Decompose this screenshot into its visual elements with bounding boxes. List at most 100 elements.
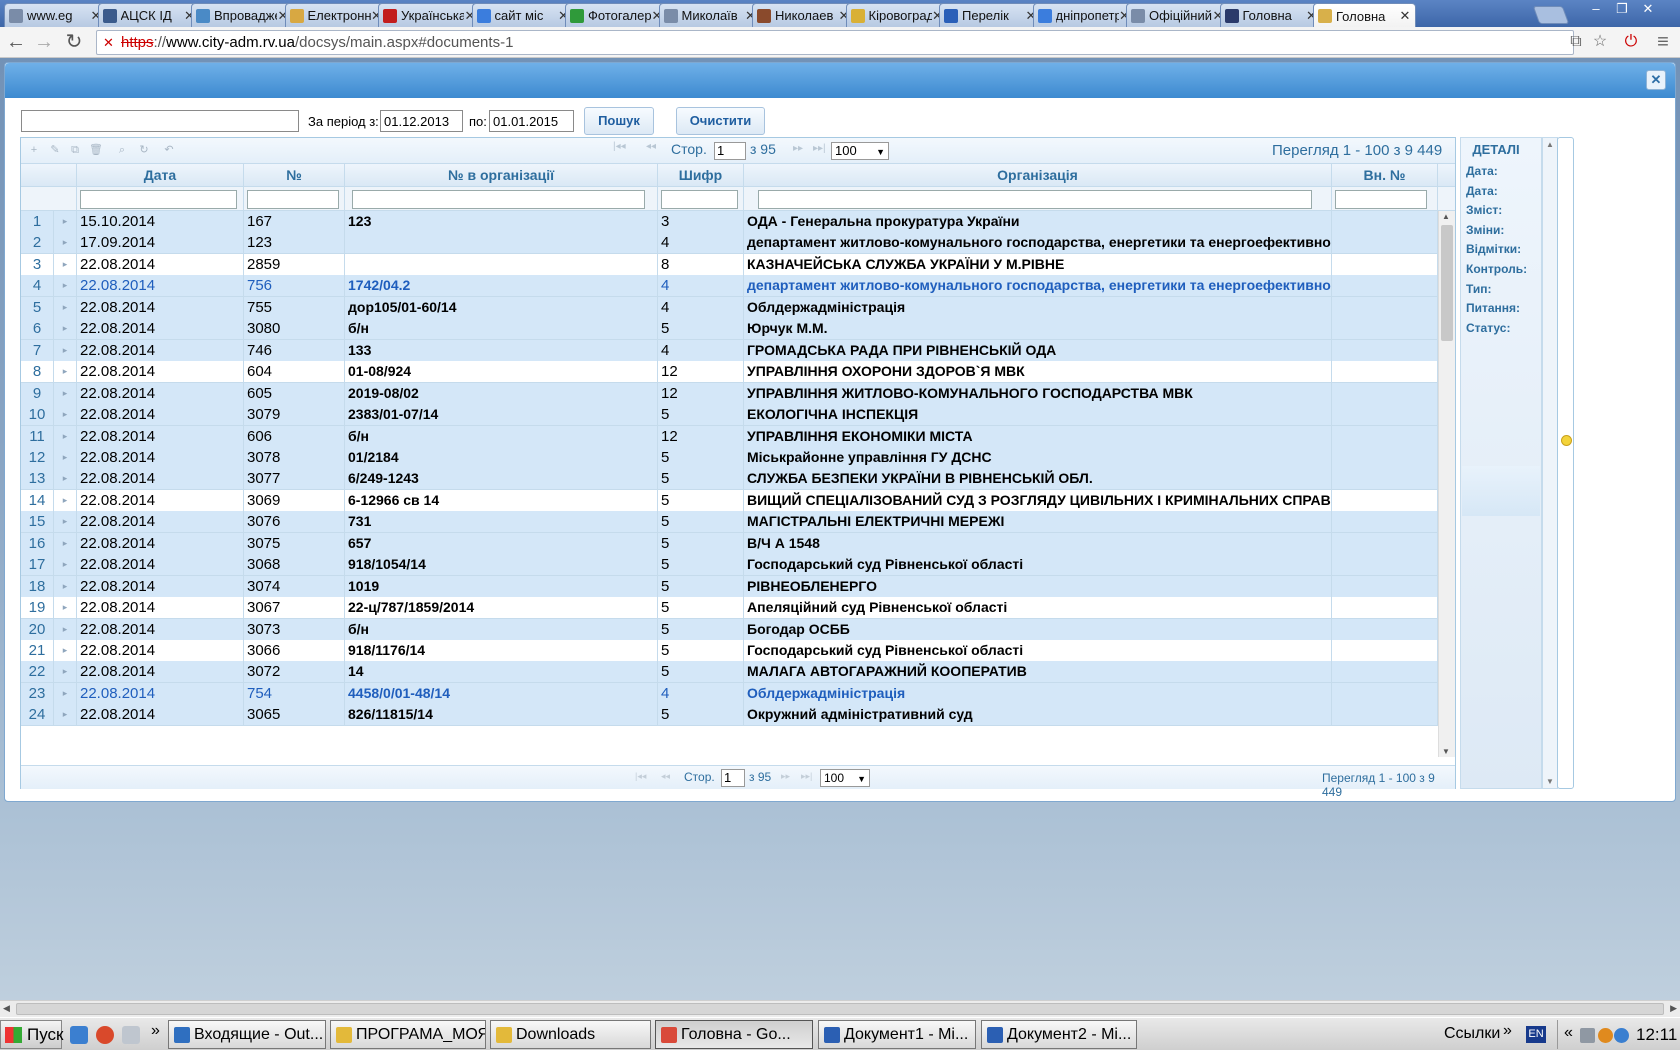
quicklaunch-more-icon[interactable]: »: [151, 1022, 160, 1040]
footer-last-page-icon[interactable]: ▸▸|: [801, 771, 812, 782]
tab-close-icon[interactable]: ✕: [1399, 8, 1411, 24]
browser-tab[interactable]: Головна ✕: [1219, 3, 1323, 27]
row-expand-icon[interactable]: ▸: [54, 661, 77, 683]
row-expand-icon[interactable]: ▸: [54, 361, 77, 383]
antivirus-icon[interactable]: [1598, 1028, 1613, 1043]
tray-expand-icon[interactable]: «: [1564, 1024, 1573, 1042]
search-button[interactable]: Пошук: [584, 107, 654, 135]
row-expand-icon[interactable]: ▸: [54, 253, 77, 275]
table-row[interactable]: 2 ▸ 17.09.2014 123 4 департамент житлово-кому…: [21, 232, 1438, 255]
table-row[interactable]: 19 ▸ 22.08.2014 3067 22-ц/787/1859/2014 5 Апел…: [21, 597, 1438, 620]
table-row[interactable]: 5 ▸ 22.08.2014 755 дор105/01-60/14 4 Облдержад…: [21, 296, 1438, 319]
page-horizontal-scrollbar[interactable]: ◀ ▶: [0, 1000, 1680, 1017]
minimize-button[interactable]: ‒: [1584, 0, 1608, 18]
row-expand-icon[interactable]: ▸: [54, 318, 77, 340]
table-row[interactable]: 18 ▸ 22.08.2014 3074 1019 5 РІВНЕОБЛЕНЕРГО: [21, 575, 1438, 598]
date-filter-input[interactable]: [80, 190, 237, 209]
row-expand-icon[interactable]: ▸: [54, 597, 77, 619]
row-expand-icon[interactable]: ▸: [54, 382, 77, 404]
scroll-up-icon[interactable]: ▲: [1442, 212, 1450, 221]
row-expand-icon[interactable]: ▸: [54, 682, 77, 704]
footer-page-size-select[interactable]: 100: [820, 769, 870, 787]
footer-first-page-icon[interactable]: |◂◂: [635, 771, 646, 782]
browser-tab[interactable]: Перелік ✕: [939, 3, 1042, 27]
next-page-icon[interactable]: ▸▸: [793, 143, 803, 154]
table-row[interactable]: 3 ▸ 22.08.2014 2859 8 КАЗНАЧЕЙСЬКА СЛУЖБА УКР…: [21, 253, 1438, 276]
links-toolbar[interactable]: Ссылки: [1444, 1025, 1500, 1043]
table-row[interactable]: 15 ▸ 22.08.2014 3076 731 5 МАГІСТРАЛЬНІ ЕЛЕКТР…: [21, 511, 1438, 534]
update-icon[interactable]: [1614, 1028, 1629, 1043]
reload-button[interactable]: ↻: [62, 31, 86, 53]
footer-page-input[interactable]: 1: [721, 769, 745, 787]
row-expand-icon[interactable]: ▸: [54, 468, 77, 490]
browser-tab[interactable]: Електронна✕: [284, 3, 388, 27]
copy-icon[interactable]: ⧉: [68, 143, 82, 157]
network-icon[interactable]: [1580, 1028, 1595, 1043]
browser-tab[interactable]: АЦСК ІД ✕: [97, 3, 201, 27]
table-row[interactable]: 10 ▸ 22.08.2014 3079 2383/01-07/14 5 ЕКОЛОГІЧН…: [21, 404, 1438, 427]
col-organization-header[interactable]: Організація: [744, 164, 1332, 186]
ie-icon[interactable]: [70, 1026, 88, 1044]
table-row[interactable]: 4 ▸ 22.08.2014 756 1742/04.2 4 департамент жит…: [21, 275, 1438, 298]
bookmark-star-icon[interactable]: ☆: [1589, 32, 1611, 52]
details-scrollbar[interactable]: ▲ ▼: [1542, 137, 1558, 789]
footer-prev-page-icon[interactable]: ◂◂: [661, 771, 670, 782]
row-expand-icon[interactable]: ▸: [54, 489, 77, 511]
row-expand-icon[interactable]: ▸: [54, 511, 77, 533]
table-row[interactable]: 23 ▸ 22.08.2014 754 4458/0/01-48/14 4 Облдержа…: [21, 682, 1438, 705]
delete-icon[interactable]: 🗑: [89, 143, 103, 157]
col-code-header[interactable]: Шифр: [658, 164, 744, 186]
table-row[interactable]: 16 ▸ 22.08.2014 3075 657 5 В/Ч А 1548: [21, 532, 1438, 555]
table-row[interactable]: 17 ▸ 22.08.2014 3068 918/1054/14 5 Господарськ…: [21, 554, 1438, 577]
table-row[interactable]: 20 ▸ 22.08.2014 3073 б/н 5 Богодар ОСББ: [21, 618, 1438, 641]
scroll-right-icon[interactable]: ▶: [1670, 1003, 1677, 1014]
taskbar-button[interactable]: Входящие - Out...: [168, 1020, 326, 1049]
table-row[interactable]: 22 ▸ 22.08.2014 3072 14 5 МАЛАГА АВТОГАРАЖНИЙ …: [21, 661, 1438, 684]
taskbar-button[interactable]: ПРОГРАМА_МОЯ: [330, 1020, 486, 1049]
table-row[interactable]: 21 ▸ 22.08.2014 3066 918/1176/14 5 Господарськ…: [21, 640, 1438, 662]
browser-tab[interactable]: сайт міс ✕: [471, 3, 575, 27]
col-number-header[interactable]: №: [244, 164, 345, 186]
search-icon[interactable]: ⌕: [115, 143, 129, 157]
details-scroll-up-icon[interactable]: ▲: [1546, 140, 1554, 149]
browser-tab[interactable]: Українська ✕: [378, 3, 481, 27]
browser-tab[interactable]: Кіровоград ✕: [845, 3, 949, 27]
col-date-header[interactable]: Дата: [77, 164, 244, 186]
add-icon[interactable]: +: [27, 143, 41, 157]
mail-icon[interactable]: [122, 1026, 140, 1044]
forward-button[interactable]: →: [32, 31, 56, 53]
row-expand-icon[interactable]: ▸: [54, 232, 77, 254]
browser-tab[interactable]: Впровадження✕: [191, 3, 294, 27]
splitter-knob-icon[interactable]: [1561, 435, 1572, 446]
row-expand-icon[interactable]: ▸: [54, 404, 77, 426]
row-expand-icon[interactable]: ▸: [54, 446, 77, 468]
page-scroll-thumb[interactable]: [16, 1003, 1664, 1015]
browser-tab[interactable]: Миколаїв ✕: [658, 3, 762, 27]
grid-vertical-scrollbar[interactable]: ▲ ▼: [1438, 211, 1455, 757]
edit-icon[interactable]: ✎: [48, 143, 62, 157]
row-expand-icon[interactable]: ▸: [54, 575, 77, 597]
row-expand-icon[interactable]: ▸: [54, 640, 77, 661]
table-row[interactable]: 24 ▸ 22.08.2014 3065 826/11815/14 5 Окружний а…: [21, 704, 1438, 727]
browser-tab[interactable]: Фотогалерея✕: [565, 3, 668, 27]
date-from-input[interactable]: [380, 110, 463, 132]
table-row[interactable]: 1 ▸ 15.10.2014 167 123 3 ОДА - Генеральна прок…: [21, 211, 1438, 233]
search-input[interactable]: [21, 110, 299, 132]
close-window-button[interactable]: ✕: [1636, 0, 1660, 18]
back-button[interactable]: ←: [4, 31, 28, 53]
row-expand-icon[interactable]: ▸: [54, 275, 77, 297]
undo-icon[interactable]: ↶: [162, 143, 176, 157]
last-page-icon[interactable]: ▸▸|: [813, 143, 826, 154]
new-tab-button[interactable]: [1532, 6, 1570, 24]
links-more-icon[interactable]: »: [1503, 1022, 1512, 1040]
table-row[interactable]: 6 ▸ 22.08.2014 3080 б/н 5 Юрчук М.М.: [21, 318, 1438, 341]
col-org-number-header[interactable]: № в організації: [345, 164, 658, 186]
dialog-close-button[interactable]: ✕: [1646, 70, 1666, 90]
col-internal-number-header[interactable]: Вн. №: [1332, 164, 1438, 186]
browser-tab[interactable]: Головна ✕: [1313, 3, 1416, 27]
extension-icon[interactable]: ⏻: [1620, 32, 1642, 52]
date-to-input[interactable]: [489, 110, 574, 132]
restore-button[interactable]: ❐: [1610, 0, 1634, 18]
browser-tab[interactable]: Николаев ✕: [752, 3, 855, 27]
taskbar-button[interactable]: Головна - Go...: [655, 1020, 813, 1049]
